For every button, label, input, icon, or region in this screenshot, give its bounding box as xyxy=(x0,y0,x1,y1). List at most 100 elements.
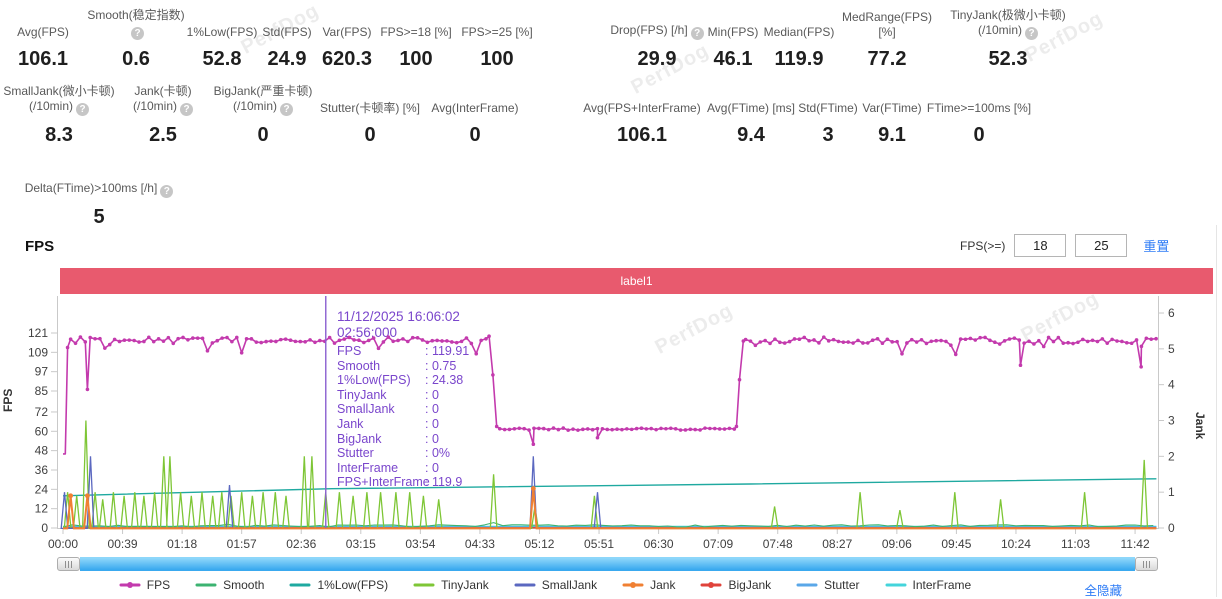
svg-text:4: 4 xyxy=(1168,378,1175,392)
svg-text:08:27: 08:27 xyxy=(822,537,852,551)
legend-item-jank[interactable]: Jank xyxy=(622,578,675,592)
legend-marker-icon xyxy=(289,580,311,590)
svg-text:72: 72 xyxy=(35,405,49,419)
stat-value-jank: 2.5 xyxy=(149,124,177,147)
svg-text:11:42: 11:42 xyxy=(1121,537,1150,551)
stat-label-fps-ge-18: FPS>=18 [%] xyxy=(380,8,451,40)
stat-delta-ftime: Delta(FTime)>100ms [/h]?5 xyxy=(14,168,184,229)
svg-text:00:39: 00:39 xyxy=(108,537,138,551)
stat-value-smalljank: 8.3 xyxy=(45,124,73,147)
svg-text:2: 2 xyxy=(1168,449,1175,463)
legend-marker-icon xyxy=(700,580,722,590)
svg-text:02:36: 02:36 xyxy=(286,537,316,551)
stat-value-medrange-fps: 77.2 xyxy=(868,48,907,71)
legend-marker-icon xyxy=(413,580,435,590)
fps-chart-plot[interactable]: 01224364860728597109121012345600:0000:39… xyxy=(0,294,1222,556)
stat-value-ftime-ge-100: 0 xyxy=(973,124,984,147)
svg-text:60: 60 xyxy=(35,424,49,438)
y-axis-left-title: FPS xyxy=(1,389,15,412)
section-title-fps: FPS xyxy=(25,238,54,255)
stat-value-var-fps: 620.3 xyxy=(322,48,372,71)
svg-text:11:03: 11:03 xyxy=(1061,537,1090,551)
stat-value-bigjank: 0 xyxy=(257,124,268,147)
svg-text:85: 85 xyxy=(35,384,49,398)
stat-label-fps-ge-25: FPS>=25 [%] xyxy=(461,8,532,40)
help-icon[interactable]: ? xyxy=(280,103,293,116)
stat-var-ftime: Var(FTime) 9.1 xyxy=(860,86,924,147)
svg-text:5: 5 xyxy=(1168,342,1175,356)
chart-legend: FPS Smooth 1%Low(FPS) TinyJank SmallJank Jank… xyxy=(0,578,1090,592)
help-icon[interactable]: ? xyxy=(160,185,173,198)
stat-value-median-fps: 119.9 xyxy=(775,48,824,71)
legend-item-stutter[interactable]: Stutter xyxy=(796,578,859,592)
stat-label-avg-fps-interframe: Avg(FPS+InterFrame) xyxy=(583,86,700,116)
legend-marker-icon xyxy=(885,580,907,590)
scrollbar-track-fill[interactable] xyxy=(80,557,1135,571)
svg-text:03:15: 03:15 xyxy=(346,537,376,551)
fps-threshold-input-1[interactable] xyxy=(1014,234,1066,257)
stat-avg-interframe: Avg(InterFrame) 0 xyxy=(422,86,528,147)
stat-value-avg-interframe: 0 xyxy=(469,124,480,147)
help-icon[interactable]: ? xyxy=(180,103,193,116)
legend-marker-icon xyxy=(622,580,644,590)
stat-value-avg-fps-interframe: 106.1 xyxy=(617,124,667,147)
stat-label-avg-interframe: Avg(InterFrame) xyxy=(431,86,518,116)
stat-label-ftime-ge-100: FTime>=100ms [%] xyxy=(927,86,1031,116)
svg-text:6: 6 xyxy=(1168,306,1175,320)
svg-text:03:54: 03:54 xyxy=(405,537,435,551)
help-icon[interactable]: ? xyxy=(76,103,89,116)
fps-threshold-input-2[interactable] xyxy=(1075,234,1127,257)
stat-stutter: Stutter(卡顿率) [%]0 xyxy=(318,86,422,147)
svg-text:04:33: 04:33 xyxy=(465,537,495,551)
stat-avg-ftime: Avg(FTime) [ms]9.4 xyxy=(706,86,796,147)
legend-item-smalljank[interactable]: SmallJank xyxy=(514,578,597,592)
stat-var-fps: Var(FPS)620.3 xyxy=(316,8,378,71)
help-icon[interactable]: ? xyxy=(1025,27,1038,40)
svg-text:12: 12 xyxy=(35,502,49,516)
svg-text:07:48: 07:48 xyxy=(763,537,793,551)
stat-label-avg-fps: Avg(FPS) xyxy=(17,8,69,40)
stat-value-std-ftime: 3 xyxy=(822,124,833,147)
scrollbar-right-handle[interactable] xyxy=(1135,557,1158,571)
stat-value-var-ftime: 9.1 xyxy=(878,124,906,147)
stat-smalljank: SmallJank(微小卡顿)(/10min)?8.3 xyxy=(0,84,118,147)
svg-text:01:57: 01:57 xyxy=(227,537,257,551)
stat-min-fps: Min(FPS)46.1 xyxy=(704,8,762,71)
stat-label-drop-fps: Drop(FPS) [/h]? xyxy=(610,8,703,40)
svg-text:06:30: 06:30 xyxy=(644,537,674,551)
stat-value-avg-fps: 106.1 xyxy=(18,48,68,71)
legend-item-tinyjank[interactable]: TinyJank xyxy=(413,578,489,592)
stat-label-var-ftime: Var(FTime) xyxy=(862,86,921,116)
stat-jank: Jank(卡顿)(/10min)? 2.5 xyxy=(118,84,208,147)
stat-std-fps: Std(FPS)24.9 xyxy=(258,8,316,71)
svg-text:48: 48 xyxy=(35,444,49,458)
stat-label-jank: Jank(卡顿)(/10min)? xyxy=(133,84,193,116)
svg-text:05:12: 05:12 xyxy=(524,537,554,551)
stat-label-medrange-fps: MedRange(FPS)[%] xyxy=(836,8,938,40)
stat-smooth: Smooth(稳定指数)?0.6 xyxy=(86,8,186,71)
legend-item-1-low-fps-[interactable]: 1%Low(FPS) xyxy=(289,578,388,592)
help-icon[interactable]: ? xyxy=(131,27,144,40)
svg-text:1: 1 xyxy=(1168,485,1175,499)
stat-fps-ge-25: FPS>=25 [%]100 xyxy=(454,8,540,71)
legend-item-bigjank[interactable]: BigJank xyxy=(700,578,771,592)
svg-text:05:51: 05:51 xyxy=(584,537,614,551)
svg-text:01:18: 01:18 xyxy=(167,537,197,551)
svg-text:10:24: 10:24 xyxy=(1001,537,1031,551)
stat-median-fps: Median(FPS)119.9 xyxy=(762,8,836,71)
stat-value-std-fps: 24.9 xyxy=(268,48,307,71)
reset-link[interactable]: 重置 xyxy=(1143,236,1169,255)
legend-item-fps[interactable]: FPS xyxy=(119,578,170,592)
legend-item-smooth[interactable]: Smooth xyxy=(195,578,264,592)
help-icon[interactable]: ? xyxy=(691,27,704,40)
svg-text:109: 109 xyxy=(28,345,48,359)
legend-item-interframe[interactable]: InterFrame xyxy=(885,578,972,592)
stat-label-low1-fps: 1%Low(FPS) xyxy=(187,8,258,40)
svg-text:3: 3 xyxy=(1168,414,1175,428)
legend-marker-icon xyxy=(195,580,217,590)
stat-value-low1-fps: 52.8 xyxy=(203,48,242,71)
stat-value-fps-ge-18: 100 xyxy=(399,48,432,71)
legend-marker-icon xyxy=(119,580,141,590)
scrollbar-left-handle[interactable] xyxy=(57,557,80,571)
hide-all-link[interactable]: 全隐藏 xyxy=(1084,580,1122,599)
